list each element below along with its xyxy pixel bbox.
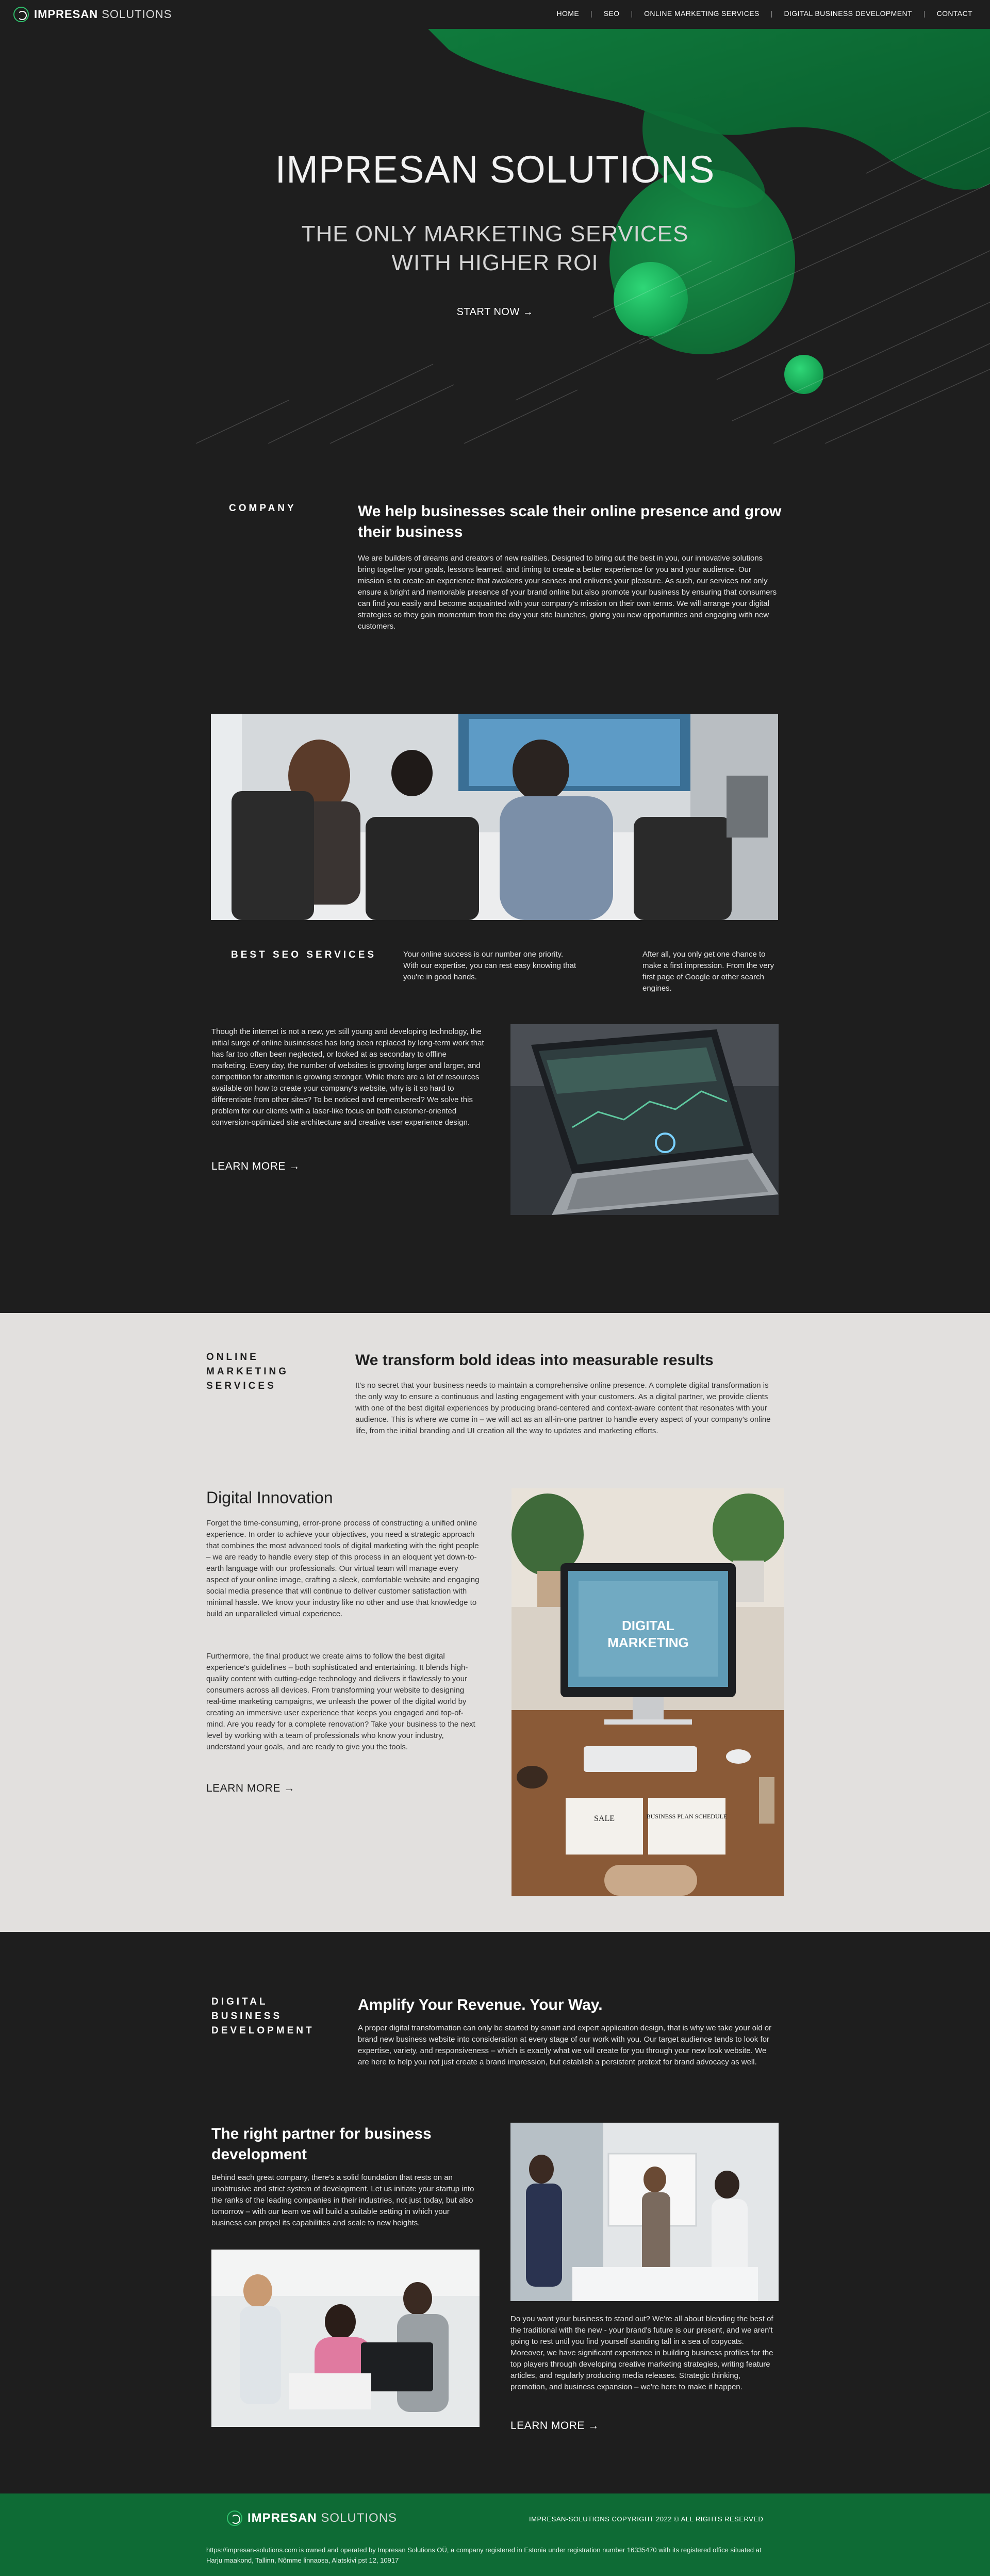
digital-business-heading: Amplify Your Revenue. Your Way. — [358, 1996, 603, 2013]
hero-title: IMPRESAN SOLUTIONS — [275, 148, 715, 191]
right-partner-text: Behind each great company, there's a sol… — [211, 2173, 474, 2227]
logo-icon — [13, 7, 29, 22]
company-heading: We help businesses scale their online pr… — [358, 503, 782, 540]
nav-contact[interactable]: CONTACT — [937, 9, 972, 18]
company-label: COMPANY — [229, 503, 296, 514]
nav-separator: | — [923, 9, 926, 18]
seo-learn-more-link[interactable]: LEARN MORE → — [211, 1160, 300, 1173]
notebook-plan-text: BUSINESS PLAN SCHEDULE — [647, 1813, 728, 1820]
office-team-photo — [211, 2250, 480, 2427]
online-marketing-section: ONLINE MARKETING SERVICES We transform b… — [0, 1313, 990, 1932]
nav-seo[interactable]: SEO — [604, 9, 620, 18]
seo-intro-1: Your online success is our number one pr… — [403, 950, 576, 981]
digital-business-learn-more-link[interactable]: LEARN MORE → — [510, 2420, 599, 2432]
digital-business-label: DIGITAL BUSINESS DEVELOPMENT — [211, 1996, 315, 2036]
online-marketing-description: It's no secret that your business needs … — [355, 1381, 771, 1435]
nav-separator: | — [770, 9, 773, 18]
digital-marketing-desk-photo: DIGITAL MARKETING SALE BUSINESS PLAN SCH… — [512, 1488, 784, 1896]
notebook-sale-text: SALE — [594, 1814, 615, 1823]
company-description: We are builders of dreams and creators o… — [358, 554, 777, 631]
logo-icon — [227, 2511, 242, 2526]
digital-business-text-2: Do you want your business to stand out? … — [510, 2315, 773, 2391]
nav-online-marketing[interactable]: ONLINE MARKETING SERVICES — [644, 9, 760, 18]
online-marketing-heading: We transform bold ideas into measurable … — [355, 1352, 714, 1369]
digital-innovation-heading: Digital Innovation — [206, 1488, 333, 1507]
logo-text: IMPRESAN SOLUTIONS — [34, 8, 172, 21]
hero-section: IMPRESAN SOLUTIONS THE ONLY MARKETING SE… — [0, 29, 990, 444]
main-menu: HOME | SEO | ONLINE MARKETING SERVICES |… — [556, 9, 972, 18]
team-meeting-photo — [211, 714, 778, 920]
digital-business-description: A proper digital transformation can only… — [358, 2024, 772, 2066]
site-footer: IMPRESAN SOLUTIONS IMPRESAN-SOLUTIONS CO… — [0, 2493, 990, 2576]
business-meeting-photo — [510, 2123, 779, 2301]
footer-logo[interactable]: IMPRESAN SOLUTIONS — [227, 2508, 397, 2529]
right-partner-heading: The right partner for business developme… — [211, 2125, 432, 2163]
laptop-analytics-photo — [510, 1024, 779, 1215]
online-marketing-label: ONLINE MARKETING SERVICES — [206, 1352, 289, 1391]
online-marketing-learn-more-link[interactable]: LEARN MORE → — [206, 1782, 295, 1795]
footer-legal-text: https://impresan-solutions.com is owned … — [206, 2546, 762, 2564]
seo-description: Though the internet is not a new, yet st… — [211, 1027, 484, 1127]
nav-separator: | — [590, 9, 592, 18]
seo-intro-2: After all, you only get one chance to ma… — [642, 950, 774, 993]
nav-home[interactable]: HOME — [556, 9, 579, 18]
start-now-button[interactable]: START NOW → — [443, 306, 547, 318]
screen-text-digital: DIGITAL — [622, 1618, 674, 1633]
top-navbar: IMPRESAN SOLUTIONS HOME | SEO | ONLINE M… — [0, 0, 990, 29]
site-logo[interactable]: IMPRESAN SOLUTIONS — [13, 6, 172, 23]
nav-digital-business[interactable]: DIGITAL BUSINESS DEVELOPMENT — [784, 9, 912, 18]
footer-copyright: IMPRESAN-SOLUTIONS COPYRIGHT 2022 © ALL … — [529, 2515, 764, 2523]
nav-separator: | — [631, 9, 633, 18]
digital-innovation-text-1: Forget the time-consuming, error-prone p… — [206, 1519, 480, 1618]
footer-logo-text: IMPRESAN SOLUTIONS — [248, 2511, 398, 2525]
screen-text-marketing: MARKETING — [607, 1635, 688, 1650]
hero-subtitle: THE ONLY MARKETING SERVICES WITH HIGHER … — [301, 221, 689, 275]
digital-innovation-text-2: Furthermore, the final product we create… — [206, 1652, 475, 1751]
seo-label: BEST SEO SERVICES — [231, 949, 377, 960]
